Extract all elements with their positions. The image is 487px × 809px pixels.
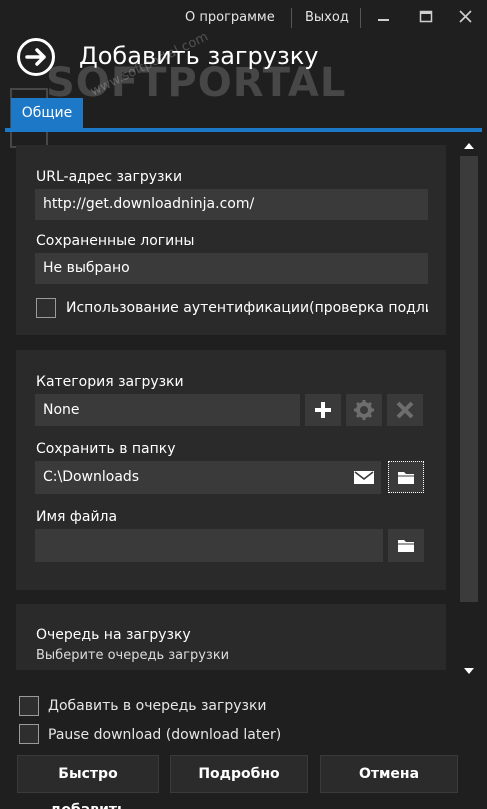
about-link[interactable]: О программе <box>185 10 275 25</box>
filename-label: Имя файла <box>36 509 118 525</box>
scrollbar-track[interactable] <box>460 156 478 602</box>
browse-file-button[interactable] <box>388 529 424 562</box>
pause-download-checkbox[interactable] <box>19 724 39 744</box>
remove-category-button[interactable] <box>387 394 423 426</box>
url-label: URL-адрес загрузки <box>36 169 183 185</box>
destination-panel: Категория загрузки None Сохранить в папк… <box>16 350 446 590</box>
minimize-icon <box>378 19 389 21</box>
triangle-up-icon <box>464 143 474 149</box>
browse-folder-button[interactable] <box>388 461 424 493</box>
folder-icon <box>398 540 414 552</box>
plus-icon <box>315 402 331 418</box>
category-select[interactable]: None <box>35 394 300 426</box>
scroll-down-button[interactable] <box>460 663 478 679</box>
folder-icon <box>398 472 414 484</box>
scroll-up-button[interactable] <box>460 138 478 154</box>
logins-select[interactable]: Не выбрано <box>35 253 428 284</box>
folder-label: Сохранить в папку <box>36 441 176 457</box>
titlebar-separator <box>360 8 361 28</box>
folder-history-button[interactable] <box>352 466 376 488</box>
envelope-icon <box>354 471 374 484</box>
triangle-down-icon <box>464 668 474 674</box>
queue-title: Очередь на загрузку <box>36 627 191 643</box>
add-to-queue-checkbox[interactable] <box>19 696 39 716</box>
folder-input[interactable]: C:\Downloads <box>35 461 381 494</box>
quick-add-button[interactable]: Быстро добавить <box>17 755 159 809</box>
watermark-logo: SOFTPORTAL <box>46 60 347 106</box>
cancel-button[interactable]: Отмена <box>320 755 458 793</box>
category-settings-button[interactable] <box>346 394 382 426</box>
queue-panel[interactable]: Очередь на загрузку Выберите очередь заг… <box>16 604 446 670</box>
close-button[interactable] <box>454 6 478 28</box>
filename-input[interactable] <box>35 529 383 562</box>
maximize-icon <box>419 10 433 23</box>
exit-link[interactable]: Выход <box>305 10 349 25</box>
url-input[interactable]: http://get.downloadninja.com/ <box>35 189 428 220</box>
close-icon <box>459 10 472 23</box>
gear-icon <box>354 400 374 420</box>
details-button[interactable]: Подробно <box>170 755 308 793</box>
maximize-button[interactable] <box>414 6 438 28</box>
titlebar-separator <box>291 8 292 28</box>
download-panel: URL-адрес загрузки http://get.downloadni… <box>16 145 446 335</box>
pause-download-label: Pause download (download later) <box>48 727 282 743</box>
logins-label: Сохраненные логины <box>36 233 195 249</box>
minimize-button[interactable] <box>372 6 396 28</box>
auth-checkbox-label: Использование аутентификации(проверка по… <box>66 300 428 316</box>
category-label: Категория загрузки <box>36 374 184 390</box>
tab-general[interactable]: Общие <box>11 98 83 128</box>
close-icon <box>396 401 414 419</box>
queue-subtitle: Выберите очередь загрузки <box>36 648 230 663</box>
tab-underline <box>5 128 482 132</box>
add-category-button[interactable] <box>305 394 341 426</box>
add-to-queue-label: Добавить в очередь загрузки <box>48 698 267 714</box>
auth-checkbox[interactable] <box>36 298 56 318</box>
